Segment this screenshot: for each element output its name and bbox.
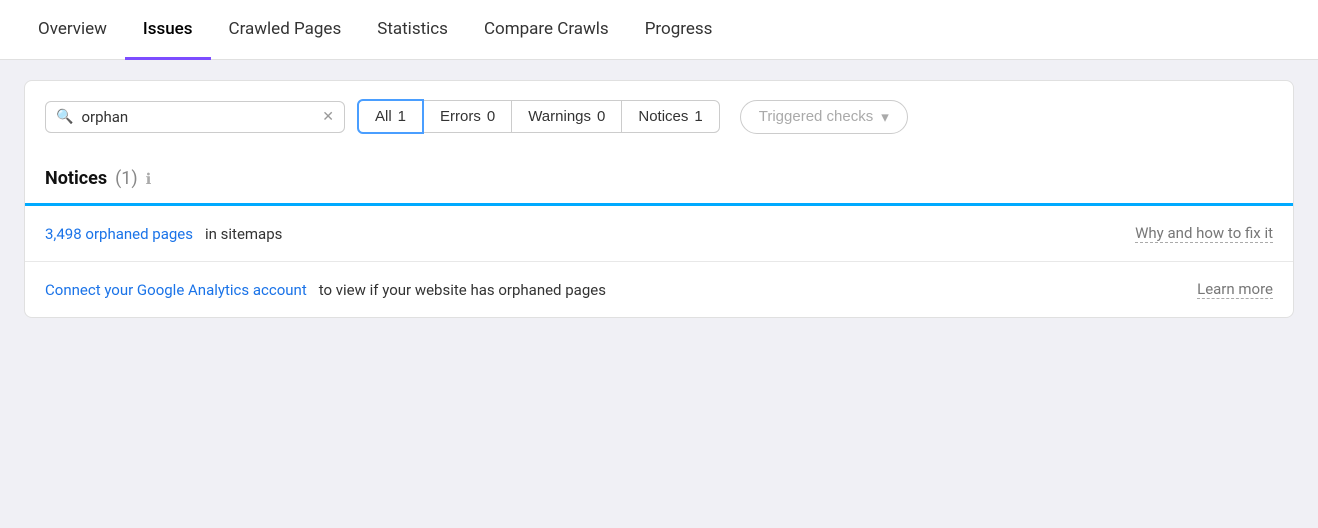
issue-row-text-1: in sitemaps <box>205 225 282 243</box>
nav-item-overview[interactable]: Overview <box>20 0 125 60</box>
info-icon[interactable]: ℹ <box>146 170 152 188</box>
chevron-down-icon: ▾ <box>881 108 889 126</box>
section-count: (1) <box>115 168 138 189</box>
why-fix-link[interactable]: Why and how to fix it <box>1135 224 1273 243</box>
orphaned-pages-link[interactable]: 3,498 orphaned pages <box>45 225 193 243</box>
section-header: Notices (1) ℹ <box>25 152 1293 203</box>
issue-row-google-analytics: Connect your Google Analytics account to… <box>25 262 1293 317</box>
google-analytics-link[interactable]: Connect your Google Analytics account <box>45 281 307 299</box>
filter-bar: 🔍 orphan ✕ All 1 Errors 0 Warnings 0 <box>25 81 1293 152</box>
issue-row-text-2: to view if your website has orphaned pag… <box>319 281 606 299</box>
nav-item-progress[interactable]: Progress <box>627 0 731 60</box>
filter-errors-button[interactable]: Errors 0 <box>423 100 512 133</box>
filter-warnings-button[interactable]: Warnings 0 <box>511 100 622 133</box>
search-clear-button[interactable]: ✕ <box>322 109 334 125</box>
search-box: 🔍 orphan ✕ <box>45 101 345 133</box>
filter-buttons: All 1 Errors 0 Warnings 0 Notices 1 <box>357 99 720 134</box>
filter-notices-button[interactable]: Notices 1 <box>621 100 719 133</box>
search-value: orphan <box>81 108 314 126</box>
section-title: Notices <box>45 168 107 189</box>
issue-row-orphaned-pages: 3,498 orphaned pages in sitemaps Why and… <box>25 206 1293 262</box>
nav-item-statistics[interactable]: Statistics <box>359 0 466 60</box>
filter-all-button[interactable]: All 1 <box>357 99 424 134</box>
issues-list: 3,498 orphaned pages in sitemaps Why and… <box>25 203 1293 317</box>
nav-item-crawled-pages[interactable]: Crawled Pages <box>211 0 360 60</box>
triggered-checks-button[interactable]: Triggered checks ▾ <box>740 100 908 134</box>
search-icon: 🔍 <box>56 109 73 125</box>
learn-more-link[interactable]: Learn more <box>1197 280 1273 299</box>
main-content: 🔍 orphan ✕ All 1 Errors 0 Warnings 0 <box>0 60 1318 338</box>
nav-bar: Overview Issues Crawled Pages Statistics… <box>0 0 1318 60</box>
nav-item-compare-crawls[interactable]: Compare Crawls <box>466 0 627 60</box>
nav-item-issues[interactable]: Issues <box>125 0 211 60</box>
issues-panel: 🔍 orphan ✕ All 1 Errors 0 Warnings 0 <box>24 80 1294 318</box>
